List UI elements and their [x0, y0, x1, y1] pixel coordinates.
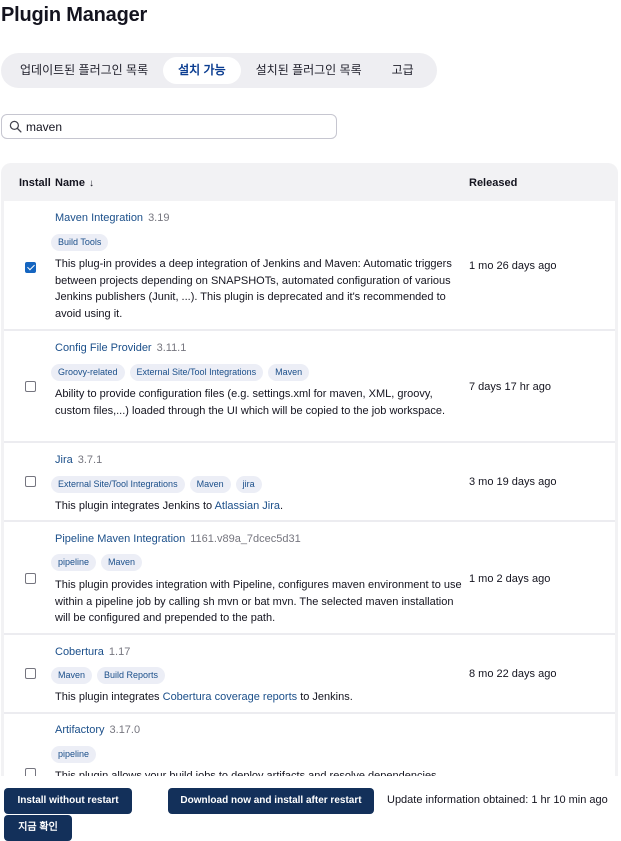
plugin-description: Ability to provide configuration files (… [55, 388, 446, 417]
sort-arrow-icon: ↓ [88, 178, 94, 189]
plugin-description: This plug-in provides a deep integration… [55, 258, 452, 320]
plugin-name-link[interactable]: Config File Provider [55, 342, 152, 354]
description-text: . [280, 500, 284, 512]
released-date: 1 mo 2 days ago [469, 573, 551, 585]
tab-advanced[interactable]: 고급 [377, 57, 429, 84]
table-row: Pipeline Maven Integration 1161.v89a_7dce… [4, 522, 615, 635]
action-bar: Install without restart Download now and… [0, 776, 621, 841]
check-now-button[interactable]: 지금 확인 [4, 815, 72, 841]
table-row: Jira 3.7.1 External Site/Tool Integration… [4, 443, 615, 522]
plugin-name-link[interactable]: Jira [55, 454, 73, 466]
search-icon [9, 120, 22, 133]
plugin-title: Cobertura 1.17 [55, 646, 130, 658]
plugin-version: 3.11.1 [156, 342, 187, 354]
install-checkbox[interactable] [25, 476, 36, 487]
tag-link[interactable]: jira [235, 476, 262, 493]
table-header: Install Name ↓ Released [1, 163, 618, 201]
tag-link[interactable]: Groovy-related [51, 364, 125, 381]
plugin-tags: Build Tools [51, 234, 109, 251]
download-install-after-restart-button[interactable]: Download now and install after restart [168, 788, 374, 814]
plugin-title: Artifactory 3.17.0 [55, 724, 140, 736]
column-install: Install [19, 177, 51, 189]
released-date: 1 mo 26 days ago [469, 260, 557, 272]
tab-installed[interactable]: 설치된 플러그인 목록 [241, 57, 377, 84]
page-title: Plugin Manager [1, 4, 148, 26]
plugin-version: 3.19 [148, 212, 170, 224]
table-row: Maven Integration 3.19 Build Tools This p… [4, 201, 615, 331]
tag-link[interactable]: External Site/Tool Integrations [51, 476, 185, 493]
plugin-version: 1161.v89a_7dcec5d31 [190, 533, 301, 545]
plugin-name-link[interactable]: Pipeline Maven Integration [55, 533, 185, 545]
plugin-title: Config File Provider 3.11.1 [55, 342, 186, 354]
description-text: This plugin integrates Jenkins to [55, 500, 215, 512]
tag-link[interactable]: pipeline [51, 746, 97, 763]
plugin-description: This plugin integrates Jenkins to Atlass… [55, 498, 465, 515]
tab-updates[interactable]: 업데이트된 플러그인 목록 [5, 57, 163, 84]
plugin-title: Maven Integration 3.19 [55, 212, 169, 224]
tag-link[interactable]: pipeline [51, 554, 97, 571]
install-without-restart-button[interactable]: Install without restart [4, 788, 132, 814]
plugin-description: This plugin provides integration with Pi… [55, 579, 462, 624]
plugin-tags: Maven Build Reports [51, 667, 166, 684]
table-row: Config File Provider 3.11.1 Groovy-relate… [4, 331, 615, 443]
install-checkbox[interactable] [25, 668, 36, 679]
plugin-title: Pipeline Maven Integration 1161.v89a_7dce… [55, 533, 301, 545]
tag-link[interactable]: Maven [268, 364, 310, 381]
tab-available[interactable]: 설치 가능 [163, 57, 241, 84]
install-checkbox[interactable] [25, 573, 36, 584]
tag-link[interactable]: Maven [189, 476, 231, 493]
plugin-version: 1.17 [108, 646, 131, 658]
released-date: 8 mo 22 days ago [469, 668, 557, 680]
plugin-tags: External Site/Tool Integrations Maven ji… [51, 476, 262, 493]
plugin-description: This plugin integrates Cobertura coverag… [55, 689, 465, 706]
plugin-tags: pipeline Maven [51, 554, 143, 571]
atlassian-jira-link[interactable]: Atlassian Jira [215, 500, 280, 512]
plugin-table: Install Name ↓ Released Maven Integration… [1, 163, 618, 803]
plugin-name-link[interactable]: Cobertura [55, 646, 104, 658]
plugin-version: 3.17.0 [109, 724, 141, 736]
tag-link[interactable]: Build Reports [97, 667, 166, 684]
tag-link[interactable]: Maven [51, 667, 93, 684]
column-name-label: Name [55, 177, 85, 189]
released-date: 7 days 17 hr ago [469, 381, 551, 393]
update-info-text: Update information obtained: 1 hr 10 min… [387, 794, 608, 806]
plugin-name-link[interactable]: Maven Integration [55, 212, 143, 224]
plugin-name-link[interactable]: Artifactory [55, 724, 105, 736]
search-input[interactable] [26, 117, 331, 136]
description-text: This plugin integrates [55, 691, 163, 703]
tag-link[interactable]: Build Tools [51, 234, 109, 251]
tag-link[interactable]: Maven [101, 554, 143, 571]
column-released[interactable]: Released [469, 177, 517, 189]
plugin-tabs: 업데이트된 플러그인 목록 설치 가능 설치된 플러그인 목록 고급 [1, 53, 437, 88]
install-checkbox[interactable] [25, 381, 36, 392]
released-date: 3 mo 19 days ago [469, 476, 557, 488]
install-checkbox[interactable] [25, 262, 36, 273]
table-row: Cobertura 1.17 Maven Build Reports This p… [4, 635, 615, 714]
description-text: to Jenkins. [297, 691, 353, 703]
plugin-title: Jira 3.7.1 [55, 454, 102, 466]
plugin-tags: Groovy-related External Site/Tool Integr… [51, 364, 310, 381]
tag-link[interactable]: External Site/Tool Integrations [129, 364, 264, 381]
plugin-search [1, 114, 337, 139]
plugin-tags: pipeline [51, 746, 97, 763]
plugin-version: 3.7.1 [77, 454, 103, 466]
cobertura-reports-link[interactable]: Cobertura coverage reports [163, 691, 298, 703]
column-name[interactable]: Name ↓ [55, 177, 94, 189]
